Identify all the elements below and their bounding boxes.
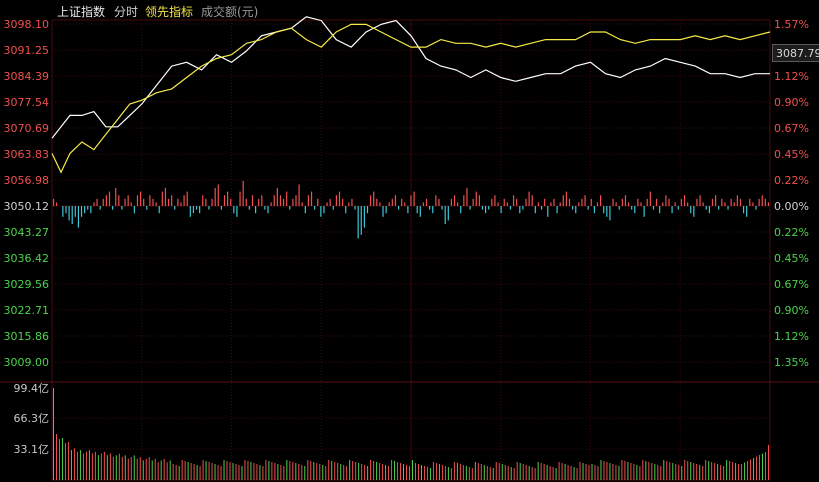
- price-tick-label: 3084.39: [4, 70, 50, 83]
- price-tick-label: 3043.27: [4, 226, 50, 239]
- volume-tick-label: 33.1亿: [14, 443, 50, 456]
- price-tick-label: 3022.71: [4, 304, 50, 317]
- price-tick-label: 3091.25: [4, 44, 50, 57]
- percent-tick-label: 0.45%: [774, 252, 809, 265]
- price-tick-label: 3036.42: [4, 252, 50, 265]
- price-tick-label: 3063.83: [4, 148, 50, 161]
- price-axis: 3098.10 3091.25 3084.39 3077.54 3070.69 3063.…: [4, 18, 50, 369]
- percent-tick-label: 1.35%: [774, 356, 809, 369]
- percent-tick-label: 1.57%: [774, 18, 809, 31]
- percent-tick-label: 0.00%: [774, 200, 809, 213]
- percent-tick-label: 0.90%: [774, 304, 809, 317]
- percent-tick-label: 0.45%: [774, 148, 809, 161]
- volume-axis: 99.4亿 66.3亿 33.1亿: [14, 382, 50, 456]
- percent-tick-label: 0.67%: [774, 122, 809, 135]
- mode-label[interactable]: 分时: [114, 3, 138, 20]
- index-name[interactable]: 上证指数: [57, 3, 105, 20]
- percent-tick-label: 1.12%: [774, 70, 809, 83]
- volume-tick-label: 66.3亿: [14, 412, 50, 425]
- percent-tick-label: 0.90%: [774, 96, 809, 109]
- intraday-chart[interactable]: 3098.10 3091.25 3084.39 3077.54 3070.69 3063.…: [0, 0, 819, 482]
- price-tick-label: 3029.56: [4, 278, 50, 291]
- percent-tick-label: 1.12%: [774, 330, 809, 343]
- percent-tick-label: 0.67%: [774, 278, 809, 291]
- price-tick-label: 3070.69: [4, 122, 50, 135]
- percent-axis: 1.57%1.34%1.12%0.90%0.67%0.45%0.22%0.00%…: [774, 18, 809, 369]
- price-tick-label: 3098.10: [4, 18, 50, 31]
- leading-indicator-label[interactable]: 领先指标: [145, 3, 193, 20]
- chart-grid: [0, 19, 819, 481]
- price-tick-label: 3015.86: [4, 330, 50, 343]
- volume-tick-label: 99.4亿: [14, 382, 50, 395]
- percent-tick-label: 0.22%: [774, 226, 809, 239]
- price-tick-label: 3050.12: [4, 200, 50, 213]
- current-price-box: 3087.79: [772, 44, 819, 62]
- price-tick-label: 3056.98: [4, 174, 50, 187]
- percent-tick-label: 0.22%: [774, 174, 809, 187]
- price-tick-label: 3009.00: [4, 356, 50, 369]
- volume-unit-label[interactable]: 成交额(元): [201, 3, 258, 20]
- price-tick-label: 3077.54: [4, 96, 50, 109]
